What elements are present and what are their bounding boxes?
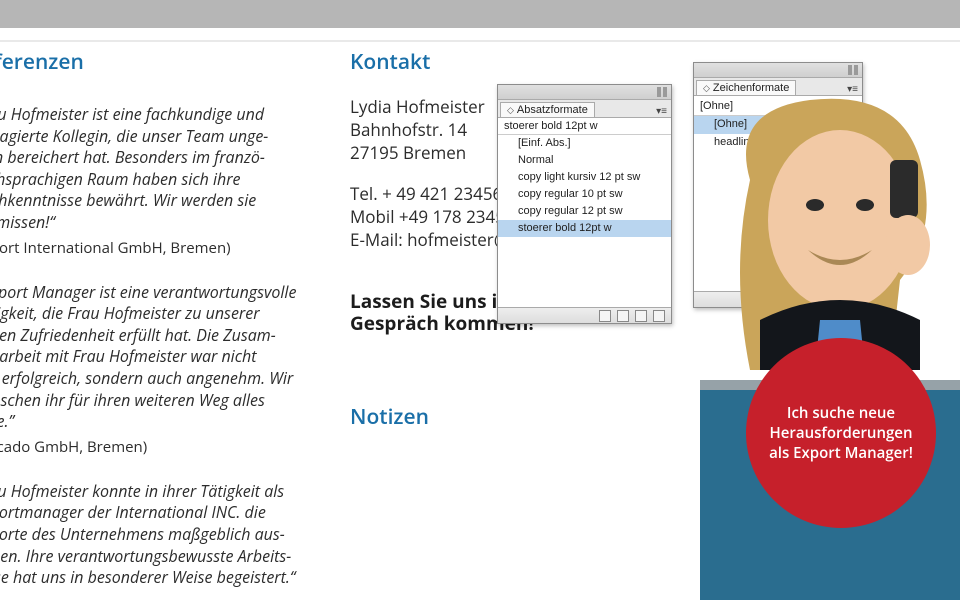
heading-referenzen: eferenzen	[0, 48, 332, 76]
footer-icon[interactable]	[617, 310, 629, 322]
current-style-row: stoerer bold 12pt w	[498, 118, 671, 135]
style-label: copy regular 12 pt sw	[518, 205, 623, 217]
style-label: stoerer bold 12pt w	[518, 222, 612, 234]
panel-absatzformate[interactable]: ◇Absatzformate ▾≡ stoerer bold 12pt w [E…	[497, 84, 672, 324]
style-label: copy light kursiv 12 pt sw	[518, 171, 640, 183]
style-row[interactable]: Normal	[498, 152, 671, 169]
reference-attrib: ercado GmbH, Bremen)	[0, 437, 332, 457]
style-row[interactable]: copy regular 12 pt sw	[498, 203, 671, 220]
footer-icon[interactable]	[599, 310, 611, 322]
trash-icon[interactable]	[653, 310, 665, 322]
person-illustration	[690, 70, 960, 370]
tab-label: Absatzformate	[517, 104, 588, 116]
new-style-icon[interactable]	[635, 310, 647, 322]
style-label: [Einf. Abs.]	[518, 137, 571, 149]
divider	[0, 40, 960, 42]
callout-bubble: Ich suche neue Herausforderungen als Exp…	[746, 338, 936, 528]
person-photo	[690, 70, 960, 370]
bubble-line: als Export Manager!	[769, 443, 913, 463]
panel-tabrow: ◇Absatzformate ▾≡	[498, 100, 671, 118]
reference-quote: rau Hofmeister ist eine fachkundige und …	[0, 104, 332, 234]
style-label: copy regular 10 pt sw	[518, 188, 623, 200]
reference-quote: rau Hofmeister konnte in ihrer Tätigkeit…	[0, 481, 332, 589]
reference-attrib: xport International GmbH, Bremen)	[0, 238, 332, 258]
style-row[interactable]: copy regular 10 pt sw	[498, 186, 671, 203]
panel-tab[interactable]: ◇Absatzformate	[500, 102, 595, 117]
style-row[interactable]: stoerer bold 12pt w	[498, 220, 671, 237]
panel-footer	[498, 307, 671, 323]
style-label: Normal	[518, 154, 553, 166]
current-style-label: stoerer bold 12pt w	[504, 120, 598, 132]
panel-menu-icon[interactable]: ▾≡	[652, 106, 671, 117]
panel-titlebar[interactable]	[498, 85, 671, 100]
style-row[interactable]: [Einf. Abs.]	[498, 135, 671, 152]
panel-grip-icon	[657, 87, 667, 97]
style-row[interactable]: copy light kursiv 12 pt sw	[498, 169, 671, 186]
heading-kontakt: Kontakt	[350, 48, 650, 76]
chevron-icon: ◇	[507, 105, 514, 116]
column-referenzen: eferenzen rau Hofmeister ist eine fachku…	[0, 48, 332, 593]
style-list: [Einf. Abs.] Normal copy light kursiv 12…	[498, 135, 671, 307]
bubble-line: Herausforderungen	[770, 423, 913, 443]
bubble-line: Ich suche neue	[787, 403, 895, 423]
reference-quote: Export Manager ist eine verantwortungsvo…	[0, 282, 332, 433]
heading-notizen: Notizen	[350, 403, 650, 431]
app-topbar	[0, 0, 960, 28]
